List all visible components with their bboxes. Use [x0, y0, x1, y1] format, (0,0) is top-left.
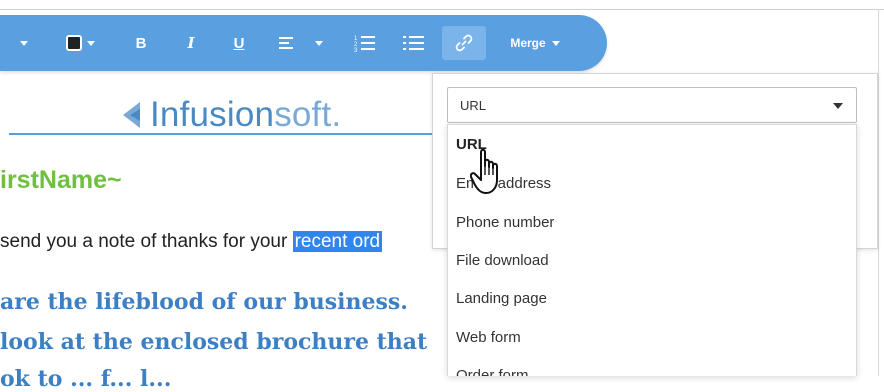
body-heading-line-2[interactable]: look at the enclosed brochure that: [0, 329, 427, 355]
numbered-list-icon: 1 2 3: [354, 36, 375, 52]
option-landing-page[interactable]: Landing page: [456, 290, 547, 307]
link-button[interactable]: [442, 26, 486, 60]
align-left-icon: [279, 37, 323, 49]
body-text: send you a note of thanks for your: [0, 231, 293, 252]
underline-button[interactable]: U: [226, 15, 252, 71]
bold-button[interactable]: B: [128, 15, 154, 71]
logo-text: Infusionsoft.: [150, 97, 341, 132]
merge-label: Merge: [510, 36, 546, 50]
merge-dropdown[interactable]: Merge: [500, 15, 570, 71]
body-text-line[interactable]: send you a note of thanks for your recen…: [0, 231, 383, 253]
option-order-form[interactable]: Order form: [456, 367, 529, 376]
link-type-selected-value: URL: [460, 97, 487, 113]
link-type-select[interactable]: URL: [447, 87, 857, 123]
merge-field-first-name[interactable]: irstName~: [0, 166, 122, 195]
logo-mark-icon: [123, 101, 140, 128]
header-rule: [9, 133, 433, 135]
option-file-download[interactable]: File download: [456, 252, 549, 269]
option-web-form[interactable]: Web form: [456, 329, 521, 346]
text-color-icon: [66, 35, 95, 51]
body-heading-line-3[interactable]: ok to ... f... l...: [0, 366, 171, 392]
chevron-down-icon[interactable]: [14, 15, 34, 71]
bullet-list-icon: [403, 36, 424, 50]
merge-chevron-down-icon: [551, 40, 560, 46]
body-heading-line-1[interactable]: are the lifeblood of our business.: [0, 289, 408, 315]
select-chevron-down-icon: [833, 103, 843, 109]
text-color-button[interactable]: [58, 15, 104, 71]
align-dropdown[interactable]: [274, 15, 328, 71]
hand-cursor-icon: [470, 148, 498, 194]
logo-text-bold: Infusion: [150, 95, 275, 134]
logo-text-light: soft: [274, 95, 332, 134]
link-icon: [455, 34, 473, 52]
infusionsoft-logo: Infusionsoft.: [120, 97, 341, 132]
formatting-toolbar: B I U 1 2 3 Merge: [0, 15, 607, 71]
svg-text:3: 3: [354, 48, 358, 52]
bullet-list-button[interactable]: [398, 15, 430, 71]
option-phone-number[interactable]: Phone number: [456, 214, 554, 231]
logo-text-dot: .: [331, 95, 342, 134]
italic-button[interactable]: I: [179, 15, 203, 71]
numbered-list-button[interactable]: 1 2 3: [350, 15, 380, 71]
selected-text[interactable]: recent ord: [292, 231, 383, 252]
